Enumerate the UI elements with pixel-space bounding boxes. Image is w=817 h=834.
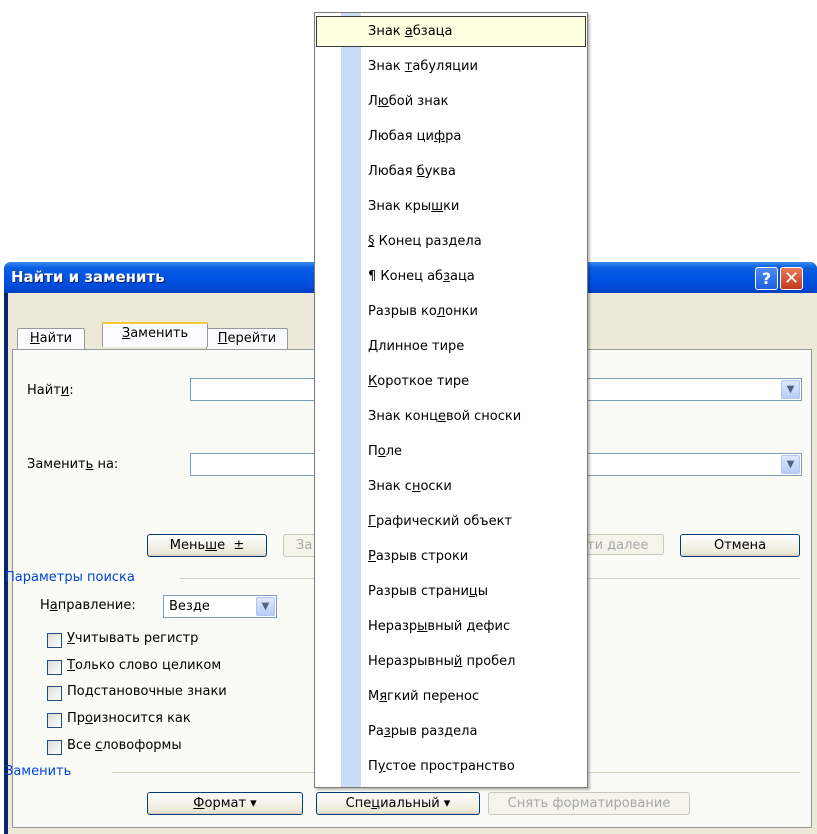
tab-replace-label: аменить [130,326,189,341]
menu-item-nonbreaking-hyphen[interactable]: Неразрывный дефис [316,611,586,642]
help-icon[interactable]: ? [755,267,778,290]
sounds-like-label: Произносится как [67,711,191,726]
chevron-down-icon[interactable]: ▼ [781,455,800,474]
search-options-label: Параметры поиска [5,570,135,585]
all-word-forms-label: Все словоформы [67,738,182,753]
menu-item-paragraph-end[interactable]: ¶ Конец абзаца [316,261,586,292]
chevron-down-icon[interactable]: ▼ [781,380,800,399]
chevron-down-icon[interactable]: ▼ [256,597,275,616]
menu-item-caret-character[interactable]: Знак крышки [316,191,586,222]
match-case-checkbox[interactable] [47,633,62,648]
menu-item-column-break[interactable]: Разрыв колонки [316,296,586,327]
menu-item-label: Любая буква [368,164,456,179]
menu-item-tab-character[interactable]: Знак табуляции [316,51,586,82]
menu-item-any-digit[interactable]: Любая цифра [316,121,586,152]
menu-item-label: Любая цифра [368,129,462,144]
dialog-title: Найти и заменить [11,268,165,286]
menu-item-label: Поле [368,444,403,459]
special-menu: Знак абзаца Знак табуляции Любой знак Любая… [314,12,588,788]
menu-item-label: Знак концевой сноски [368,409,522,424]
tab-find-accesskey: Н [29,331,40,346]
menu-item-label: Короткое тире [368,374,470,389]
menu-item-label: Разрыв колонки [368,304,478,319]
tab-goto-label: ерейти [227,331,277,346]
menu-item-white-space[interactable]: Пустое пространство [316,751,586,782]
menu-item-line-break[interactable]: Разрыв строки [316,541,586,572]
direction-label: Направление: [40,598,136,613]
menu-item-label: Неразрывный пробел [368,654,516,669]
menu-item-paragraph-mark[interactable]: Знак абзаца [316,16,586,47]
menu-item-label: Мягкий перенос [368,689,480,704]
menu-item-label: § Конец раздела [368,234,482,249]
menu-item-section-break[interactable]: § Конец раздела [316,226,586,257]
find-label: Найти: [27,383,74,398]
tab-find[interactable]: Найти [17,328,85,349]
menu-item-label: Разрыв страницы [368,584,489,599]
menu-item-label: Длинное тире [368,339,465,354]
whole-word-label: Только слово целиком [67,658,222,673]
menu-item-field[interactable]: Поле [316,436,586,467]
menu-item-any-letter[interactable]: Любая буква [316,156,586,187]
menu-item-graphic[interactable]: Графический объект [316,506,586,537]
wildcards-checkbox[interactable] [47,686,62,701]
menu-item-label: Разрыв строки [368,549,469,564]
menu-item-label: Графический объект [368,514,513,529]
cancel-button[interactable]: Отмена [680,534,800,557]
menu-item-label: Пустое пространство [368,759,515,774]
menu-item-footnote-mark[interactable]: Знак сноски [316,471,586,502]
menu-item-label: Знак сноски [368,479,452,494]
menu-item-label: Знак абзаца [368,24,453,39]
menu-item-any-character[interactable]: Любой знак [316,86,586,117]
wildcards-label: Подстановочные знаки [67,684,227,699]
direction-value: Везде [169,599,210,614]
menu-item-label: Разрыв раздела [368,724,478,739]
menu-item-optional-hyphen[interactable]: Мягкий перенос [316,681,586,712]
less-button[interactable]: Меньше ± [147,534,267,557]
tab-goto[interactable]: Перейти [206,328,288,349]
menu-item-section-break-2[interactable]: Разрыв раздела [316,716,586,747]
menu-item-en-dash[interactable]: Короткое тире [316,366,586,397]
match-case-label: Учитывать регистр [67,631,199,646]
clear-formatting-button[interactable]: Снять форматирование [488,792,690,815]
tab-goto-accesskey: П [217,331,228,346]
menu-item-label: ¶ Конец абзаца [368,269,475,284]
special-button[interactable]: Специальный ▾ [316,792,480,815]
tab-replace-accesskey: З [121,326,131,341]
replace-label: Заменить на: [27,457,119,472]
direction-select[interactable]: Везде ▼ [163,595,277,618]
menu-item-em-dash[interactable]: Длинное тире [316,331,586,362]
menu-item-nonbreaking-space[interactable]: Неразрывный пробел [316,646,586,677]
collapse-arrow-icon: ± [233,538,245,553]
menu-item-label: Любой знак [368,94,449,109]
menu-item-label: Знак табуляции [368,59,478,74]
menu-item-label: Неразрывный дефис [368,619,511,634]
all-word-forms-checkbox[interactable] [47,740,62,755]
tab-find-label: айти [39,331,73,346]
menu-item-page-break[interactable]: Разрыв страницы [316,576,586,607]
menu-item-label: Знак крышки [368,199,460,214]
close-icon[interactable]: ✕ [780,267,803,290]
whole-word-checkbox[interactable] [47,660,62,675]
sounds-like-checkbox[interactable] [47,713,62,728]
menu-item-endnote-mark[interactable]: Знак концевой сноски [316,401,586,432]
tab-replace[interactable]: Заменить [102,322,208,347]
replace-group-label: Заменить [5,764,72,779]
format-button[interactable]: Формат ▾ [147,792,303,815]
